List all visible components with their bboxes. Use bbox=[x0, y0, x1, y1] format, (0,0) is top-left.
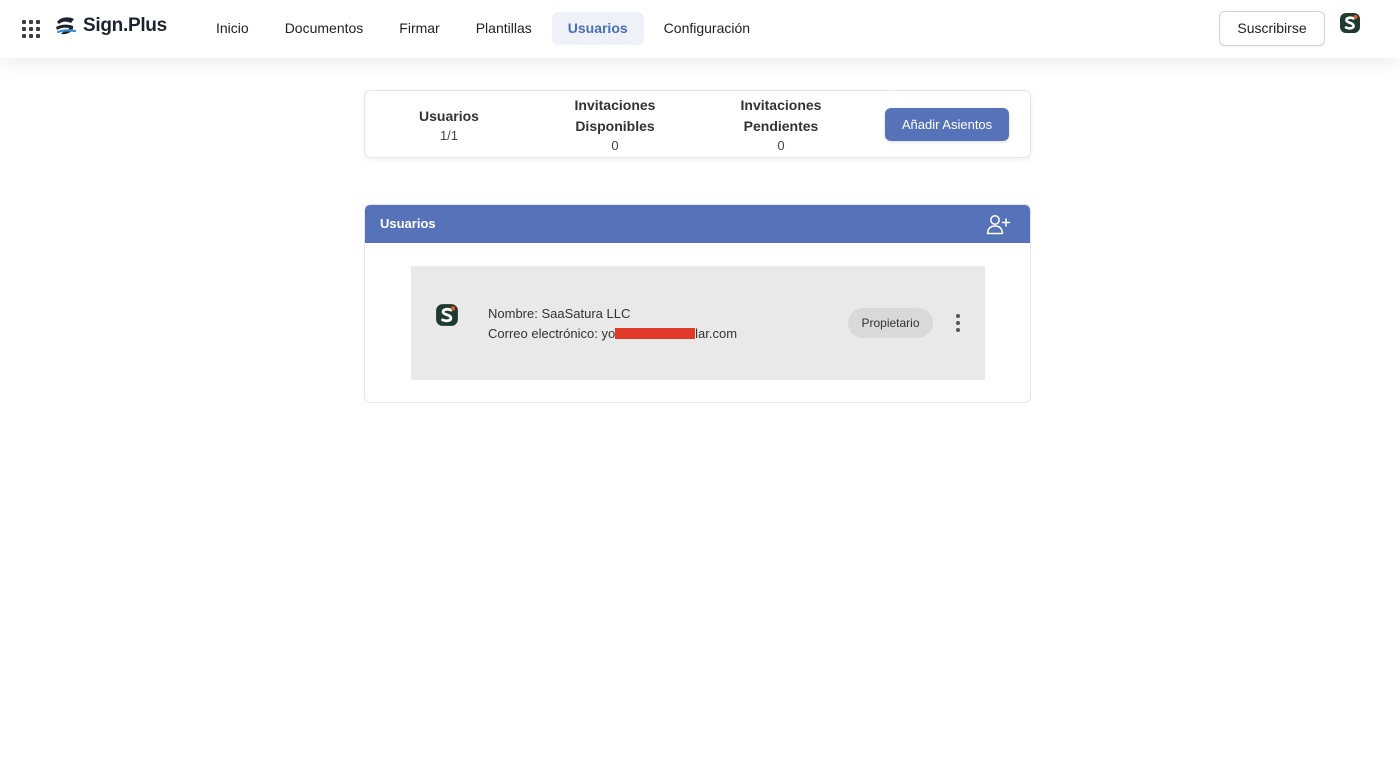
subscribe-button[interactable]: Suscribirse bbox=[1219, 11, 1325, 46]
nav-documentos[interactable]: Documentos bbox=[269, 12, 380, 45]
stat-users: Usuarios 1/1 bbox=[399, 91, 499, 159]
stat-pending-label: Invitaciones Pendientes bbox=[740, 97, 822, 134]
add-user-icon[interactable] bbox=[986, 213, 1010, 235]
nav-inicio[interactable]: Inicio bbox=[200, 12, 265, 45]
nav-usuarios[interactable]: Usuarios bbox=[551, 12, 644, 45]
apps-grid-icon[interactable] bbox=[22, 20, 40, 38]
company-avatar-icon bbox=[436, 304, 458, 326]
brand-name: Sign.Plus bbox=[83, 15, 167, 36]
top-navigation-bar: Sign.Plus Inicio Documentos Firmar Plant… bbox=[0, 0, 1400, 58]
main-nav: Inicio Documentos Firmar Plantillas Usua… bbox=[200, 12, 770, 45]
nav-configuracion[interactable]: Configuración bbox=[648, 12, 766, 45]
stat-pending-value: 0 bbox=[777, 138, 785, 153]
nav-plantillas[interactable]: Plantillas bbox=[460, 12, 548, 45]
user-name: Nombre: SaaSatura LLC bbox=[488, 306, 631, 321]
user-email: Correo electrónico: yo lar.com bbox=[488, 326, 737, 341]
role-badge: Propietario bbox=[848, 308, 933, 338]
email-redaction-bar bbox=[615, 328, 696, 339]
stat-available-invitations: Invitaciones Disponibles 0 bbox=[560, 91, 670, 159]
stat-available-value: 0 bbox=[611, 138, 619, 153]
stat-pending-invitations: Invitaciones Pendientes 0 bbox=[726, 91, 836, 159]
sign-plus-logo-icon bbox=[56, 17, 77, 35]
stat-users-label: Usuarios bbox=[419, 107, 479, 124]
stat-available-label: Invitaciones Disponibles bbox=[574, 97, 656, 134]
company-avatar-icon[interactable] bbox=[1339, 12, 1361, 34]
add-seats-button[interactable]: Añadir Asientos bbox=[885, 108, 1009, 141]
user-email-prefix: Correo electrónico: yo bbox=[488, 326, 616, 341]
stat-users-value: 1/1 bbox=[439, 127, 459, 143]
more-options-icon[interactable] bbox=[952, 312, 964, 334]
users-panel-header: Usuarios bbox=[365, 205, 1030, 243]
nav-firmar[interactable]: Firmar bbox=[383, 12, 455, 45]
user-email-suffix: lar.com bbox=[695, 326, 738, 341]
seats-summary-card: Usuarios 1/1 Invitaciones Disponibles 0 … bbox=[364, 90, 1031, 158]
users-panel: Usuarios Nombre: SaaSatura LLC Correo el… bbox=[364, 204, 1031, 403]
brand-logo[interactable]: Sign.Plus bbox=[54, 15, 167, 37]
user-row[interactable]: Nombre: SaaSatura LLC Correo electrónico… bbox=[411, 266, 985, 380]
users-panel-title: Usuarios bbox=[380, 216, 436, 231]
